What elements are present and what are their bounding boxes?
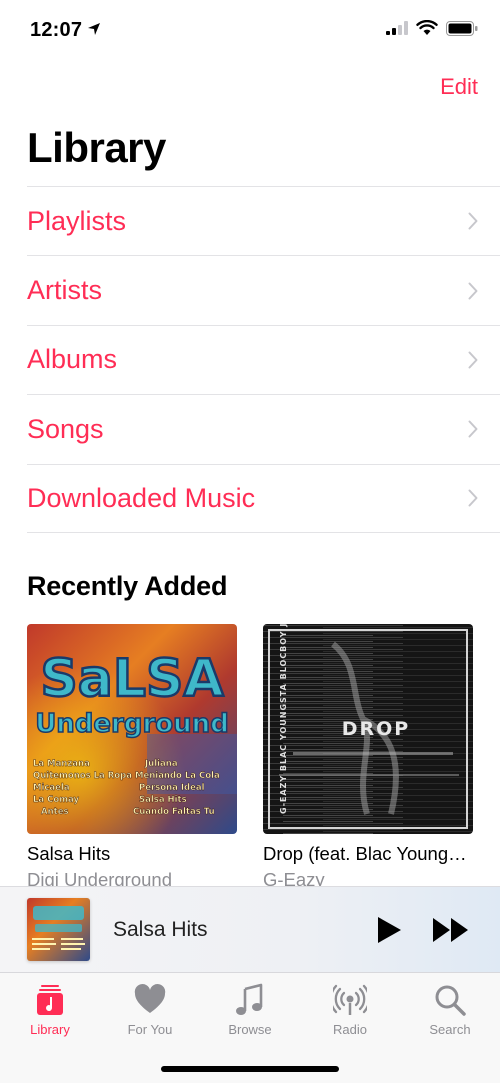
album-title: Salsa Hits bbox=[27, 843, 111, 864]
album-artist: G-Eazy bbox=[263, 869, 325, 886]
album-card-drop[interactable]: DROP G-EAZY BLAC YOUNGSTA BLOCBOY JB Dro… bbox=[263, 624, 473, 886]
album-art-track: La Comay bbox=[33, 795, 80, 805]
status-time: 12:07 bbox=[30, 19, 83, 41]
status-indicators bbox=[386, 20, 478, 36]
chevron-right-icon bbox=[468, 420, 478, 438]
album-art-track: Micaela bbox=[33, 783, 70, 793]
album-art-subtitle: Underground bbox=[35, 709, 229, 739]
album-art-track: Quitemonos La Ropa bbox=[33, 771, 132, 781]
heart-icon bbox=[134, 984, 166, 1013]
chevron-right-icon bbox=[468, 212, 478, 230]
album-artwork: DROP G-EAZY BLAC YOUNGSTA BLOCBOY JB bbox=[263, 624, 473, 834]
chevron-right-icon bbox=[468, 489, 478, 507]
tab-library[interactable]: Library bbox=[0, 973, 100, 1045]
home-indicator[interactable] bbox=[161, 1066, 339, 1072]
album-artwork: SaLSA Underground La Manzana Quitemonos … bbox=[27, 624, 237, 834]
album-card-salsa-hits[interactable]: SaLSA Underground La Manzana Quitemonos … bbox=[27, 624, 237, 886]
album-art-title: SaLSA bbox=[40, 649, 223, 709]
menu-item-albums[interactable]: Albums bbox=[27, 324, 500, 394]
tab-label: Library bbox=[30, 1022, 70, 1037]
now-playing-title: Salsa Hits bbox=[113, 918, 208, 941]
search-icon bbox=[435, 985, 466, 1016]
chevron-right-icon bbox=[468, 351, 478, 369]
album-art-track: Persona Ideal bbox=[139, 783, 205, 793]
album-art-track: Meniando La Cola bbox=[135, 771, 220, 781]
library-icon bbox=[37, 985, 63, 1015]
album-art-track: Juliana bbox=[144, 759, 178, 769]
location-arrow-icon bbox=[88, 23, 100, 35]
album-artist: Digi Underground bbox=[27, 869, 173, 886]
cellular-signal-icon bbox=[386, 21, 408, 35]
fast-forward-icon[interactable] bbox=[432, 917, 470, 943]
menu-item-label: Artists bbox=[27, 275, 103, 306]
album-art-track: Salsa Hits bbox=[139, 795, 187, 805]
album-art-spine: G-EAZY BLAC YOUNGSTA BLOCBOY JB bbox=[279, 624, 288, 814]
tab-label: Radio bbox=[333, 1022, 367, 1037]
menu-item-songs[interactable]: Songs bbox=[27, 394, 500, 463]
radio-icon bbox=[333, 984, 367, 1015]
tab-label: Browse bbox=[228, 1022, 272, 1037]
menu-item-artists[interactable]: Artists bbox=[27, 255, 500, 324]
album-art-title: DROP bbox=[342, 718, 410, 740]
tab-label: For You bbox=[127, 1022, 173, 1037]
play-icon[interactable] bbox=[375, 915, 403, 945]
menu-item-label: Playlists bbox=[27, 205, 127, 236]
menu-item-downloaded-music[interactable]: Downloaded Music bbox=[27, 463, 500, 533]
now-playing-artwork bbox=[27, 898, 90, 961]
music-note-icon bbox=[236, 983, 263, 1015]
tab-for-you[interactable]: For You bbox=[100, 973, 200, 1045]
menu-item-label: Songs bbox=[27, 413, 104, 444]
tab-search[interactable]: Search bbox=[400, 973, 500, 1045]
recently-added-heading: Recently Added bbox=[27, 571, 228, 601]
recently-added-grid: SaLSA Underground La Manzana Quitemonos … bbox=[27, 624, 487, 886]
tab-radio[interactable]: Radio bbox=[300, 973, 400, 1045]
menu-item-playlists[interactable]: Playlists bbox=[27, 186, 500, 255]
chevron-right-icon bbox=[468, 282, 478, 300]
menu-item-label: Albums bbox=[27, 344, 118, 375]
album-art-track: La Manzana bbox=[33, 759, 90, 769]
battery-icon bbox=[446, 20, 478, 36]
album-art-track: Antes bbox=[41, 807, 69, 817]
edit-button[interactable]: Edit bbox=[440, 74, 478, 100]
tab-label: Search bbox=[429, 1022, 471, 1037]
tab-browse[interactable]: Browse bbox=[200, 973, 300, 1045]
album-art-track: Cuando Faltas Tu bbox=[133, 807, 215, 817]
library-menu: Playlists Artists Albums Songs Downloade… bbox=[27, 186, 500, 533]
wifi-icon bbox=[416, 20, 438, 35]
mini-player[interactable]: Salsa Hits bbox=[0, 886, 500, 972]
page-title: Library bbox=[27, 124, 166, 171]
menu-item-label: Downloaded Music bbox=[27, 482, 256, 513]
album-title: Drop (feat. Blac Youngsta & BlocBoy JB) bbox=[263, 843, 473, 864]
status-bar: 12:07 bbox=[0, 0, 500, 60]
